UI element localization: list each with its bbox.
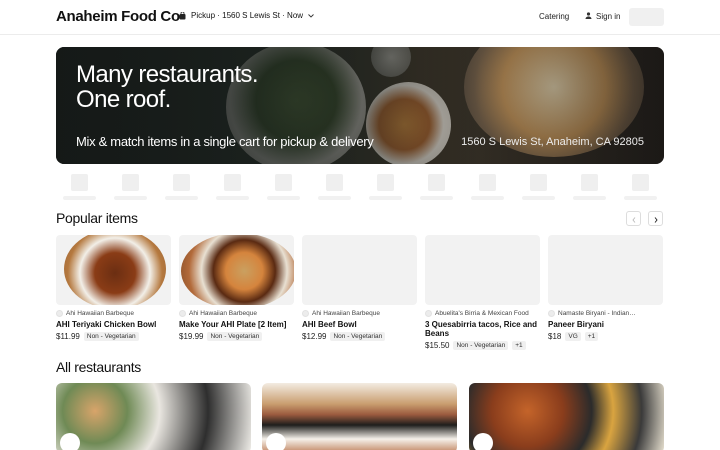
chevron-down-icon [308,13,314,18]
item-price: $11.99 [56,332,80,341]
chevron-left-icon [631,210,636,228]
category-placeholder[interactable] [369,174,405,202]
pickup-label: Pickup · 1560 S Lewis St · Now [191,11,304,20]
restaurant-logo [60,433,80,450]
sign-in-label: Sign in [596,12,621,21]
popular-item-card[interactable]: Ahi Hawaiian Barbeque AHI Beef Bowl $12.… [302,235,417,341]
item-name: AHI Beef Bowl [302,320,357,329]
category-placeholder[interactable] [318,174,354,202]
item-tag: VG [565,332,581,341]
item-price: $12.99 [302,332,327,341]
all-restaurants-heading: All restaurants [56,359,141,375]
item-name: AHI Teriyaki Chicken Bowl [56,320,157,329]
item-restaurant: Ahi Hawaiian Barbeque [56,310,171,317]
category-placeholder[interactable] [420,174,456,202]
site-header: Anaheim Food Co Pickup · 1560 S Lewis St… [0,0,720,35]
restaurant-card[interactable] [469,383,664,450]
bag-icon [179,11,186,20]
item-tag-more: +1 [512,341,526,350]
pickup-selector[interactable]: Pickup · 1560 S Lewis St · Now [179,11,314,20]
item-price: $15.50 [425,341,450,350]
item-image [302,235,417,305]
restaurant-logo-icon [548,310,555,317]
popular-item-card[interactable]: Ahi Hawaiian Barbeque AHI Teriyaki Chick… [56,235,171,341]
item-restaurant: Abuelita's Birria & Mexican Food [425,310,540,317]
catering-link[interactable]: Catering [539,12,569,21]
item-tag: Non - Vegetarian [330,332,386,341]
item-tag-more: +1 [584,332,599,341]
catering-label: Catering [539,12,570,21]
category-placeholder[interactable] [624,174,660,202]
restaurant-logo-icon [302,310,309,317]
item-meta: $18 VG +1 [548,332,663,341]
item-restaurant: Ahi Hawaiian Barbeque [302,310,417,317]
hero-headline: Many restaurants. One roof. [76,62,258,112]
brand-logo[interactable]: Anaheim Food Co [56,8,180,25]
restaurant-logo-icon [425,310,432,317]
item-meta: $11.99 Non - Vegetarian [56,332,171,341]
category-row [63,174,663,202]
item-tag: Non - Vegetarian [453,341,509,350]
restaurant-card[interactable] [56,383,251,450]
hero-address: 1560 S Lewis St, Anaheim, CA 92805 [461,136,644,148]
item-meta: $19.99 Non - Vegetarian [179,332,294,341]
popular-item-card[interactable]: Abuelita's Birria & Mexican Food 3 Quesa… [425,235,540,350]
category-placeholder[interactable] [471,174,507,202]
popular-item-card[interactable]: Ahi Hawaiian Barbeque Make Your AHI Plat… [179,235,294,341]
item-price: $19.99 [179,332,204,341]
item-name: Paneer Biryani [548,320,605,329]
restaurant-logo [473,433,493,450]
item-image [56,235,171,305]
carousel-next-button[interactable] [648,211,663,226]
sign-in-button[interactable]: Sign in [585,12,620,21]
chevron-right-icon [654,210,658,228]
item-tag: Non - Vegetarian [207,332,263,341]
category-placeholder[interactable] [267,174,303,202]
popular-items-heading: Popular items [56,210,138,226]
item-image [425,235,540,305]
item-meta: $12.99 Non - Vegetarian [302,332,417,341]
category-placeholder[interactable] [573,174,609,202]
item-tag: Non - Vegetarian [83,332,139,341]
item-restaurant: Namaste Biryani - Indian… [548,310,663,317]
category-placeholder[interactable] [522,174,558,202]
item-meta: $15.50 Non - Vegetarian +1 [425,341,540,350]
item-restaurant: Ahi Hawaiian Barbeque [179,310,294,317]
hero-headline-line1: Many restaurants. [76,61,258,88]
item-name: Make Your AHI Plate [2 Item] [179,320,287,329]
item-image [179,235,294,305]
item-name: 3 Quesabirria tacos, Rice and Beans [425,320,538,338]
hero-headline-line2: One roof. [76,86,171,113]
item-image [548,235,663,305]
hero-subtitle: Mix & match items in a single cart for p… [76,134,374,149]
popular-item-card[interactable]: Namaste Biryani - Indian… Paneer Biryani… [548,235,663,341]
category-placeholder[interactable] [216,174,252,202]
restaurant-card[interactable] [262,383,457,450]
carousel-prev-button[interactable] [626,211,641,226]
category-placeholder[interactable] [114,174,150,202]
item-price: $18 [548,332,562,341]
hero-banner: Many restaurants. One roof. Mix & match … [56,47,664,164]
cart-button[interactable] [629,8,664,26]
category-placeholder[interactable] [63,174,99,202]
restaurant-logo-icon [56,310,63,317]
category-placeholder[interactable] [165,174,201,202]
restaurant-logo-icon [179,310,186,317]
user-icon [585,12,592,21]
restaurant-logo [266,433,286,450]
